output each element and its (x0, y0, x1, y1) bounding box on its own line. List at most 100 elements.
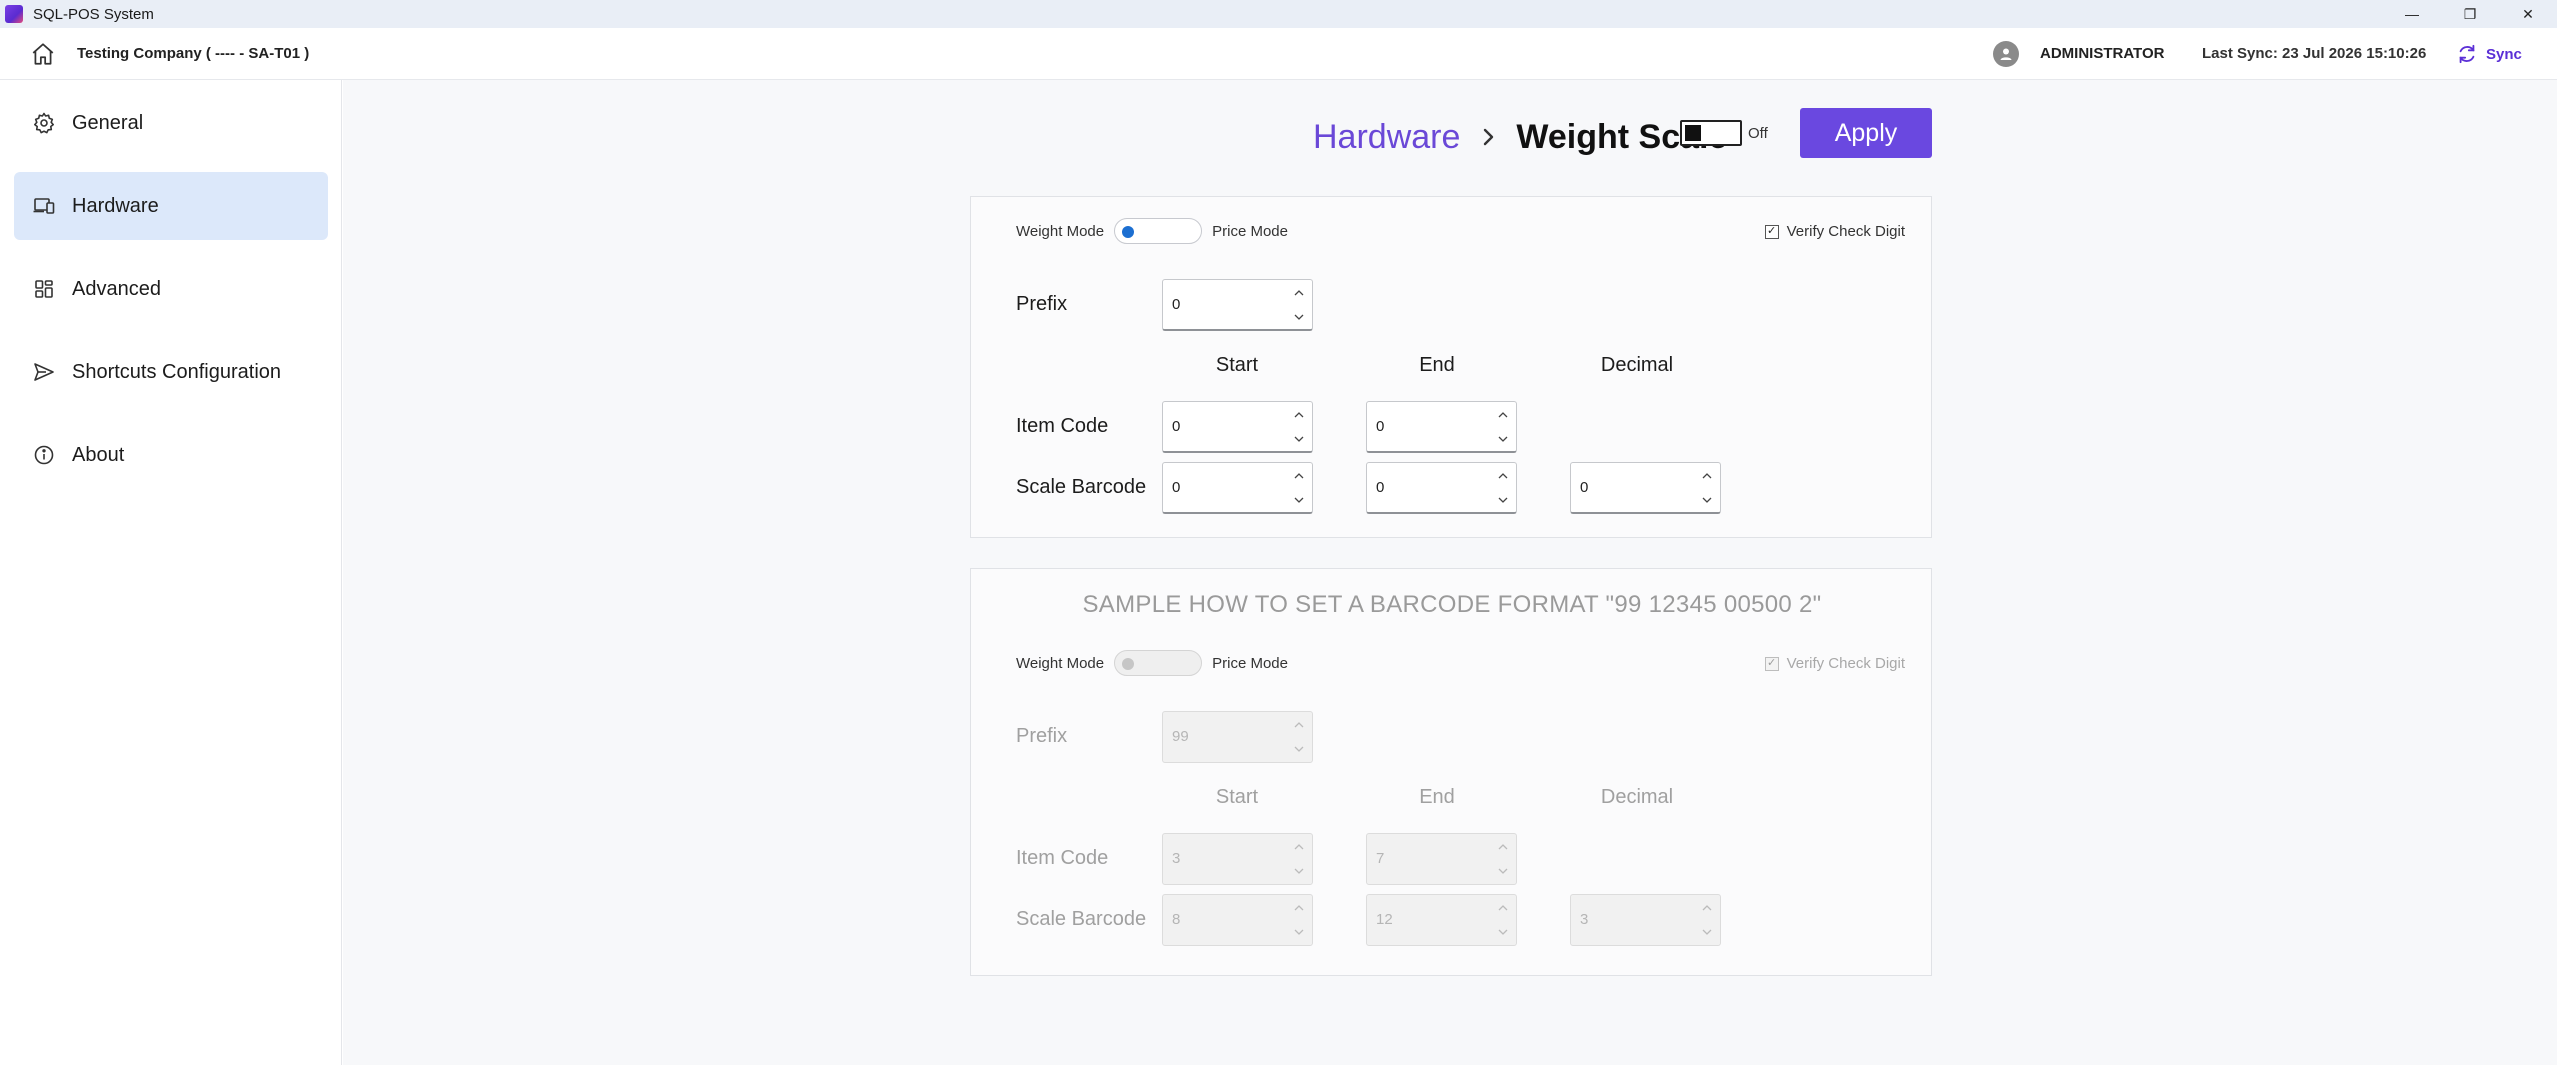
sample-format-card: SAMPLE HOW TO SET A BARCODE FORMAT "99 1… (970, 568, 1932, 976)
enable-toggle[interactable] (1680, 120, 1742, 146)
sample-title: SAMPLE HOW TO SET A BARCODE FORMAT "99 1… (1082, 591, 1822, 618)
breadcrumb-hardware[interactable]: Hardware (1313, 118, 1460, 157)
apply-button[interactable]: Apply (1800, 108, 1932, 158)
user-name: ADMINISTRATOR (2040, 45, 2165, 62)
sidebar-item-label: About (72, 443, 125, 466)
chevron-up-icon (1498, 844, 1508, 850)
prefix-label: Prefix (1016, 293, 1068, 315)
toggle-state-label: Off (1748, 124, 1768, 142)
chevron-up-icon[interactable] (1496, 408, 1510, 422)
sample-item-code-start-input: 3 (1162, 833, 1313, 885)
window-controls: — ❐ ✕ (2383, 0, 2557, 28)
sidebar: General Hardware Advanced Shortcuts Conf… (0, 80, 342, 1065)
scale-config-card: Weight Mode Price Mode ✓ Verify Check Di… (970, 196, 1932, 538)
chevron-up-icon (1702, 905, 1712, 911)
minimize-button[interactable]: — (2383, 0, 2441, 28)
chevron-down-icon (1294, 746, 1304, 752)
gear-icon (34, 112, 54, 134)
item-code-start-value: 0 (1172, 418, 1181, 435)
scale-barcode-start-value: 0 (1172, 479, 1181, 496)
sample-verify-checkbox: ✓ (1764, 656, 1779, 671)
sample-item-code-end-input: 7 (1366, 833, 1517, 885)
sample-scale-barcode-start-value: 8 (1172, 911, 1181, 928)
sidebar-item-label: Hardware (72, 194, 159, 217)
sidebar-item-shortcuts[interactable]: Shortcuts Configuration (14, 338, 328, 406)
scale-barcode-end-input[interactable]: 0 (1366, 462, 1517, 514)
item-code-end-input[interactable]: 0 (1366, 401, 1517, 453)
company-name: Testing Company ( ---- - SA-T01 ) (77, 45, 310, 62)
devices-icon (33, 198, 55, 214)
chevron-down-icon (1498, 929, 1508, 935)
chevron-down-icon (1498, 868, 1508, 874)
user-icon (2000, 48, 2012, 60)
sidebar-item-label: Advanced (72, 277, 161, 300)
prefix-value: 0 (1172, 296, 1181, 313)
verify-check-digit-checkbox[interactable]: ✓ (1764, 224, 1779, 239)
item-code-start-input[interactable]: 0 (1162, 401, 1313, 453)
sync-icon (2459, 44, 2475, 64)
grid-icon (35, 280, 53, 298)
scale-barcode-decimal-input[interactable]: 0 (1570, 462, 1721, 514)
last-sync-text: Last Sync: 23 Jul 2026 15:10:26 (2202, 45, 2427, 62)
enable-toggle-group: Off (1680, 120, 1768, 146)
price-mode-label: Price Mode (1212, 654, 1288, 672)
column-end: End (1419, 354, 1455, 376)
column-start: Start (1215, 354, 1259, 376)
scale-barcode-label: Scale Barcode (1016, 476, 1147, 498)
chevron-up-icon[interactable] (1292, 408, 1306, 422)
chevron-up-icon (1294, 722, 1304, 728)
chevron-right-icon (1484, 128, 1494, 146)
close-button[interactable]: ✕ (2499, 0, 2557, 28)
sidebar-item-advanced[interactable]: Advanced (14, 255, 328, 323)
item-code-end-value: 0 (1376, 418, 1385, 435)
home-icon[interactable] (30, 41, 56, 67)
chevron-down-icon (1702, 929, 1712, 935)
price-mode-label: Price Mode (1212, 222, 1288, 240)
chevron-up-icon[interactable] (1700, 469, 1714, 483)
chevron-up-icon[interactable] (1292, 286, 1306, 300)
chevron-down-icon[interactable] (1292, 493, 1306, 507)
sample-scale-barcode-decimal-value: 3 (1580, 911, 1589, 928)
chevron-up-icon[interactable] (1496, 469, 1510, 483)
chevron-up-icon[interactable] (1292, 469, 1306, 483)
scale-barcode-start-input[interactable]: 0 (1162, 462, 1313, 514)
mode-switch[interactable] (1114, 218, 1203, 244)
verify-check-digit-label: Verify Check Digit (1786, 223, 1905, 240)
sample-verify-check-digit: ✓ Verify Check Digit (1764, 655, 1905, 672)
sample-scale-barcode-decimal-input: 3 (1570, 894, 1721, 946)
sample-scale-barcode-end-value: 12 (1376, 911, 1393, 928)
chevron-down-icon (1294, 929, 1304, 935)
restore-button[interactable]: ❐ (2441, 0, 2499, 28)
chevron-down-icon[interactable] (1700, 493, 1714, 507)
sample-column-end: End (1419, 786, 1455, 808)
sample-scale-barcode-start-input: 8 (1162, 894, 1313, 946)
sidebar-item-hardware[interactable]: Hardware (14, 172, 328, 240)
chevron-down-icon[interactable] (1496, 432, 1510, 446)
chevron-down-icon[interactable] (1292, 310, 1306, 324)
item-code-label: Item Code (1016, 415, 1109, 437)
column-decimal: Decimal (1600, 354, 1674, 376)
chevron-down-icon (1294, 868, 1304, 874)
sample-column-start: Start (1215, 786, 1259, 808)
sidebar-item-label: General (72, 111, 144, 134)
sync-button[interactable]: Sync (2456, 41, 2522, 67)
chevron-down-icon[interactable] (1496, 493, 1510, 507)
sample-column-decimal: Decimal (1600, 786, 1674, 808)
scale-barcode-end-value: 0 (1376, 479, 1385, 496)
avatar[interactable] (1993, 41, 2019, 67)
sample-prefix-input: 99 (1162, 711, 1313, 763)
prefix-input[interactable]: 0 (1162, 279, 1313, 331)
sample-scale-barcode-end-input: 12 (1366, 894, 1517, 946)
chevron-down-icon[interactable] (1292, 432, 1306, 446)
title-bar: SQL-POS System — ❐ ✕ (0, 0, 2557, 28)
sample-item-code-label: Item Code (1016, 847, 1109, 869)
sidebar-item-general[interactable]: General (14, 89, 328, 157)
scale-barcode-decimal-value: 0 (1580, 479, 1589, 496)
sample-scale-barcode-label: Scale Barcode (1016, 908, 1147, 930)
sidebar-item-about[interactable]: About (14, 421, 328, 489)
sample-mode-switch-row: Weight Mode Price Mode (1016, 650, 1288, 676)
chevron-up-icon (1498, 905, 1508, 911)
chevron-up-icon (1294, 905, 1304, 911)
mode-switch-row: Weight Mode Price Mode (1016, 218, 1288, 244)
sample-prefix-label: Prefix (1016, 725, 1068, 747)
